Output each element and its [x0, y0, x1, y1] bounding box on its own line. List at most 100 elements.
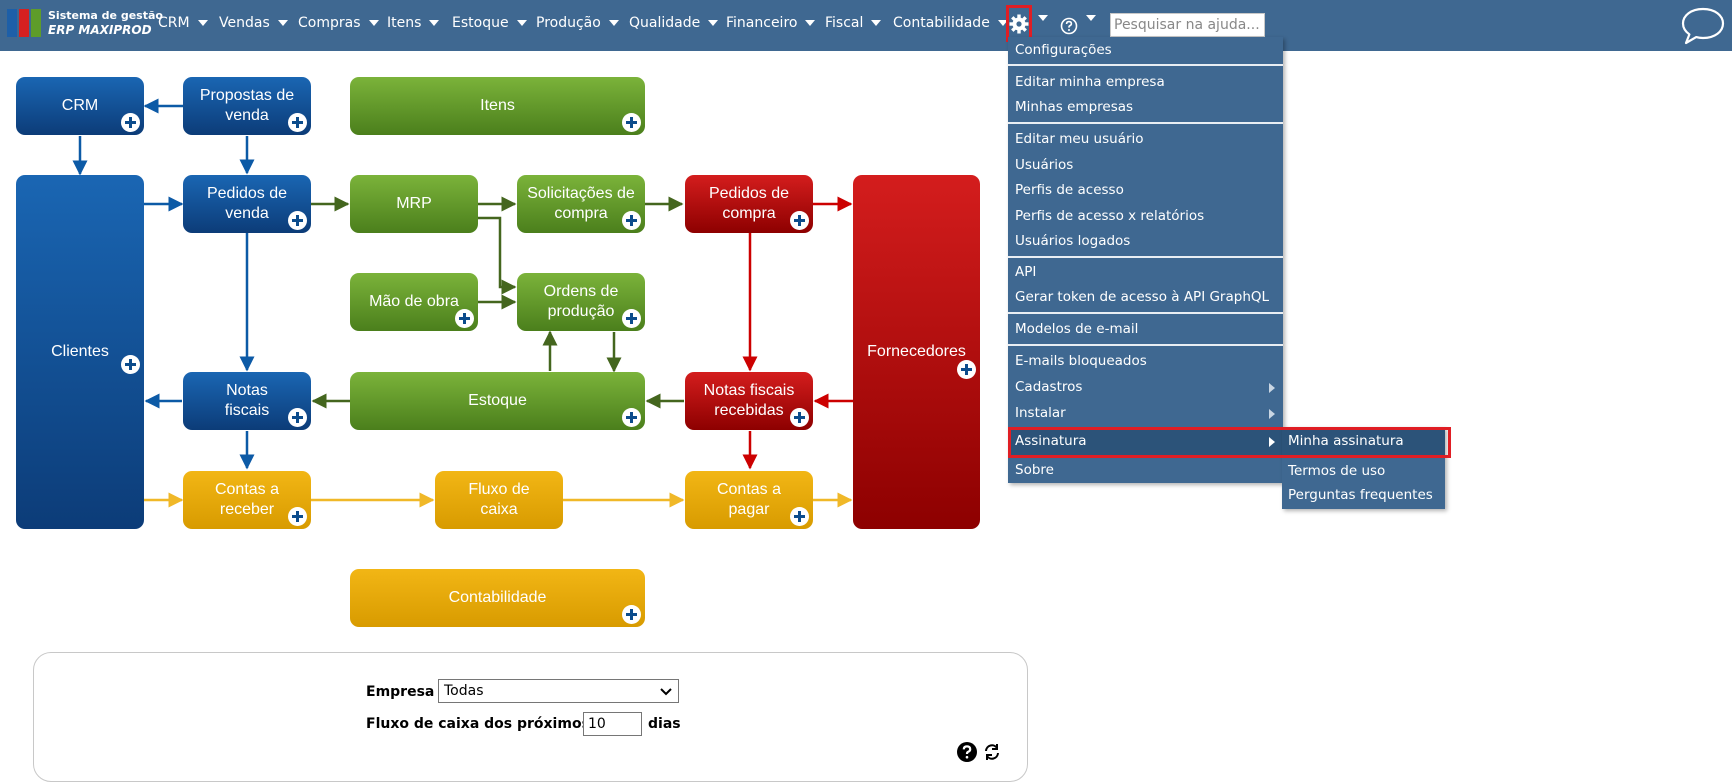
dias-input[interactable]: 10	[583, 712, 642, 736]
add-icon[interactable]	[288, 408, 307, 427]
add-icon[interactable]	[622, 309, 641, 328]
node-label: CRM	[61, 97, 99, 114]
node-label: Fornecedores	[867, 343, 966, 360]
menu-item-editar-minha-empresa[interactable]: Editar minha empresa	[1008, 70, 1283, 94]
menu-item-perfis-de-acesso-relatorios[interactable]: Perfis de acesso x relatórios	[1008, 204, 1283, 228]
submenu-item-label: Perguntas frequentes	[1288, 487, 1433, 503]
menu-item-minhas-empresas[interactable]: Minhas empresas	[1008, 95, 1283, 119]
empresa-selected-value: Todas	[444, 683, 484, 699]
add-icon[interactable]	[455, 309, 474, 328]
node-label-line-1: Contas a	[716, 481, 782, 498]
node-contas-a-pagar[interactable]: Contas a pagar	[685, 471, 813, 529]
menu-item-configuracoes[interactable]: Configurações	[1008, 38, 1283, 62]
menu-item-modelos-de-email[interactable]: Modelos de e-mail	[1008, 317, 1283, 341]
add-icon[interactable]	[288, 211, 307, 230]
menu-item-usuarios-logados[interactable]: Usuários logados	[1008, 229, 1283, 253]
refresh-icon[interactable]	[982, 742, 1002, 762]
node-label: Contabilidade	[448, 589, 547, 606]
menu-item-label: E-mails bloqueados	[1015, 353, 1147, 369]
menu-item-label: Usuários logados	[1015, 233, 1131, 249]
add-icon[interactable]	[622, 113, 641, 132]
menu-item-api[interactable]: API	[1008, 260, 1283, 284]
node-label: Itens	[480, 97, 515, 114]
node-label-line-1: Fluxo de	[468, 481, 530, 498]
fluxo-label: Fluxo de caixa dos próximos	[366, 716, 590, 732]
node-label-line-1: Notas	[226, 382, 268, 399]
node-label-line-1: Contas a	[214, 481, 280, 498]
empresa-label: Empresa	[366, 684, 435, 700]
node-ordens-de-producao[interactable]: Ordens de produção	[517, 273, 645, 331]
add-icon[interactable]	[622, 408, 641, 427]
dias-value: 10	[588, 716, 606, 732]
node-solicitacoes-de-compra[interactable]: Solicitações de compra	[517, 175, 645, 233]
node-label-line-1: Pedidos de	[708, 185, 790, 202]
menu-item-usuarios[interactable]: Usuários	[1008, 153, 1283, 177]
node-contas-a-receber[interactable]: Contas a receber	[183, 471, 311, 529]
empresa-select[interactable]: Todas	[438, 679, 679, 703]
node-clientes[interactable]: Clientes	[16, 175, 144, 529]
add-icon[interactable]	[957, 360, 976, 379]
node-label-line-2: recebidas	[714, 402, 784, 419]
node-label: Clientes	[51, 343, 109, 360]
node-mrp[interactable]: MRP	[350, 175, 478, 233]
add-icon[interactable]	[790, 507, 809, 526]
node-label-line-1: Ordens de	[543, 283, 619, 300]
menu-item-editar-meu-usuario[interactable]: Editar meu usuário	[1008, 127, 1283, 151]
node-label-line-2: compra	[722, 205, 776, 222]
add-icon[interactable]	[790, 408, 809, 427]
node-label-line-2: fiscais	[224, 402, 270, 419]
menu-item-label: Editar meu usuário	[1015, 131, 1144, 147]
add-icon[interactable]	[622, 211, 641, 230]
assinatura-highlight-outline	[1008, 427, 1451, 458]
node-notas-fiscais-recebidas[interactable]: Notas fiscais recebidas	[685, 372, 813, 430]
node-label: Estoque	[468, 392, 527, 409]
menu-item-gerar-token-api[interactable]: Gerar token de acesso à API GraphQL	[1008, 285, 1283, 309]
menu-item-cadastros[interactable]: Cadastros	[1008, 375, 1283, 399]
add-icon[interactable]	[622, 605, 641, 624]
menu-item-label: Gerar token de acesso à API GraphQL	[1015, 289, 1270, 305]
menu-divider	[1008, 122, 1283, 124]
menu-divider	[1008, 312, 1283, 314]
submenu-item-perguntas-frequentes[interactable]: Perguntas frequentes	[1282, 483, 1445, 507]
menu-item-label: Cadastros	[1015, 379, 1083, 395]
menu-divider	[1008, 256, 1283, 258]
node-fornecedores[interactable]: Fornecedores	[853, 175, 980, 529]
menu-divider	[1008, 64, 1283, 66]
help-circle-icon[interactable]	[956, 741, 978, 763]
node-mao-de-obra[interactable]: Mão de obra	[350, 273, 478, 331]
add-icon[interactable]	[790, 211, 809, 230]
add-icon[interactable]	[121, 355, 140, 374]
node-propostas-de-venda[interactable]: Propostas de venda	[183, 77, 311, 135]
node-fluxo-de-caixa[interactable]: Fluxo de caixa	[435, 471, 563, 529]
node-notas-fiscais[interactable]: Notas fiscais	[183, 372, 311, 430]
add-icon[interactable]	[288, 113, 307, 132]
node-itens[interactable]: Itens	[350, 77, 645, 135]
menu-item-label: Editar minha empresa	[1015, 74, 1165, 90]
menu-item-perfis-de-acesso[interactable]: Perfis de acesso	[1008, 178, 1283, 202]
node-estoque[interactable]: Estoque	[350, 372, 645, 430]
node-label: Mão de obra	[369, 293, 459, 310]
add-icon[interactable]	[121, 113, 140, 132]
add-icon[interactable]	[288, 507, 307, 526]
node-label-line-2: caixa	[480, 501, 518, 518]
node-crm[interactable]: CRM	[16, 77, 144, 135]
dias-label: dias	[648, 716, 681, 732]
menu-item-label: API	[1015, 264, 1037, 280]
menu-item-sobre[interactable]: Sobre	[1008, 458, 1283, 482]
menu-item-label: Sobre	[1015, 462, 1054, 478]
node-label-line-2: venda	[225, 107, 269, 124]
menu-item-label: Instalar	[1015, 405, 1066, 421]
node-label-line-1: Propostas de	[199, 87, 295, 104]
menu-item-emails-bloqueados[interactable]: E-mails bloqueados	[1008, 349, 1283, 373]
node-pedidos-de-compra[interactable]: Pedidos de compra	[685, 175, 813, 233]
node-label-line-1: Notas fiscais	[703, 382, 795, 399]
chevron-right-icon	[1269, 409, 1275, 419]
submenu-item-termos-de-uso[interactable]: Termos de uso	[1282, 459, 1445, 483]
node-label: MRP	[396, 195, 432, 212]
menu-item-label: Perfis de acesso	[1015, 182, 1124, 198]
node-contabilidade[interactable]: Contabilidade	[350, 569, 645, 627]
node-label-line-2: venda	[225, 205, 269, 222]
menu-item-instalar[interactable]: Instalar	[1008, 401, 1283, 425]
node-label-line-1: Solicitações de	[527, 185, 635, 202]
node-pedidos-de-venda[interactable]: Pedidos de venda	[183, 175, 311, 233]
